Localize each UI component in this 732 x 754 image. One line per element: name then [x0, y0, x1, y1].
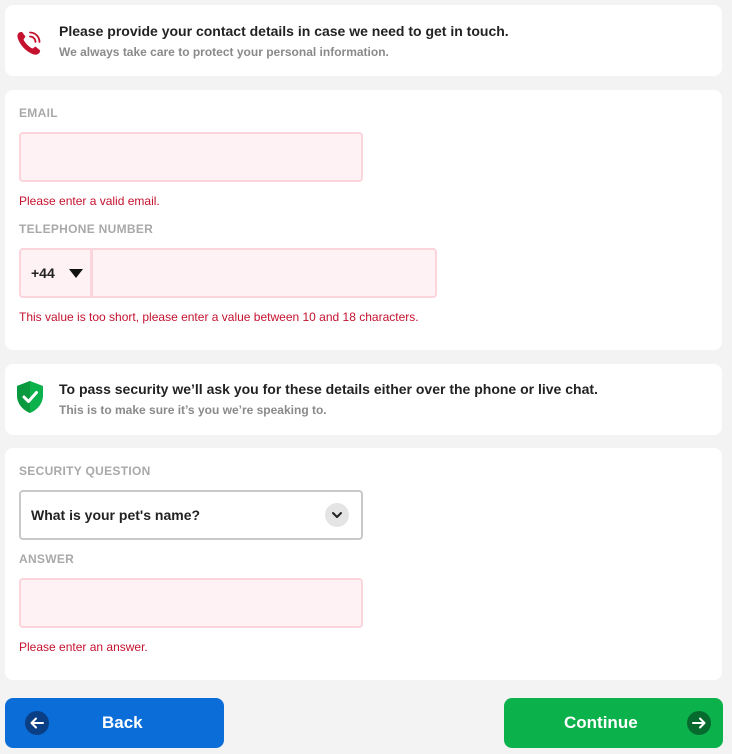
email-label: EMAIL: [19, 106, 58, 120]
security-info-subtitle: This is to make sure it’s you we’re spea…: [59, 403, 327, 417]
chevron-down-icon: [325, 503, 349, 527]
country-code-dropdown[interactable]: +44: [21, 250, 93, 296]
country-code-value: +44: [31, 265, 55, 281]
continue-button-label: Continue: [564, 713, 638, 732]
back-button-label: Back: [102, 713, 143, 732]
contact-form-card: EMAIL Please enter a valid email. TELEPH…: [5, 90, 722, 350]
security-question-label: SECURITY QUESTION: [19, 464, 151, 478]
security-question-select[interactable]: What is your pet's name?: [19, 490, 363, 540]
email-field[interactable]: [19, 132, 363, 182]
security-info-title: To pass security we’ll ask you for these…: [59, 381, 598, 397]
phone-icon: [15, 29, 43, 62]
contact-info-card: Please provide your contact details in c…: [5, 5, 722, 76]
telephone-input[interactable]: [93, 250, 435, 296]
arrow-right-icon: [687, 711, 711, 735]
telephone-error-message: This value is too short, please enter a …: [19, 310, 419, 324]
contact-info-title: Please provide your contact details in c…: [59, 23, 509, 39]
caret-down-icon: [68, 268, 83, 278]
email-error-message: Please enter a valid email.: [19, 194, 160, 208]
contact-info-subtitle: We always take care to protect your pers…: [59, 45, 389, 59]
arrow-left-icon: [25, 711, 49, 735]
answer-field[interactable]: [19, 578, 363, 628]
security-form-card: SECURITY QUESTION What is your pet's nam…: [5, 448, 722, 680]
shield-check-icon: [15, 380, 45, 419]
security-question-value: What is your pet's name?: [31, 507, 201, 523]
answer-error-message: Please enter an answer.: [19, 640, 148, 654]
security-info-card: To pass security we’ll ask you for these…: [5, 364, 722, 435]
continue-button[interactable]: Continue: [504, 698, 723, 748]
answer-label: ANSWER: [19, 552, 75, 566]
telephone-field-group: +44: [19, 248, 437, 298]
back-button[interactable]: Back: [5, 698, 224, 748]
telephone-label: TELEPHONE NUMBER: [19, 222, 154, 236]
